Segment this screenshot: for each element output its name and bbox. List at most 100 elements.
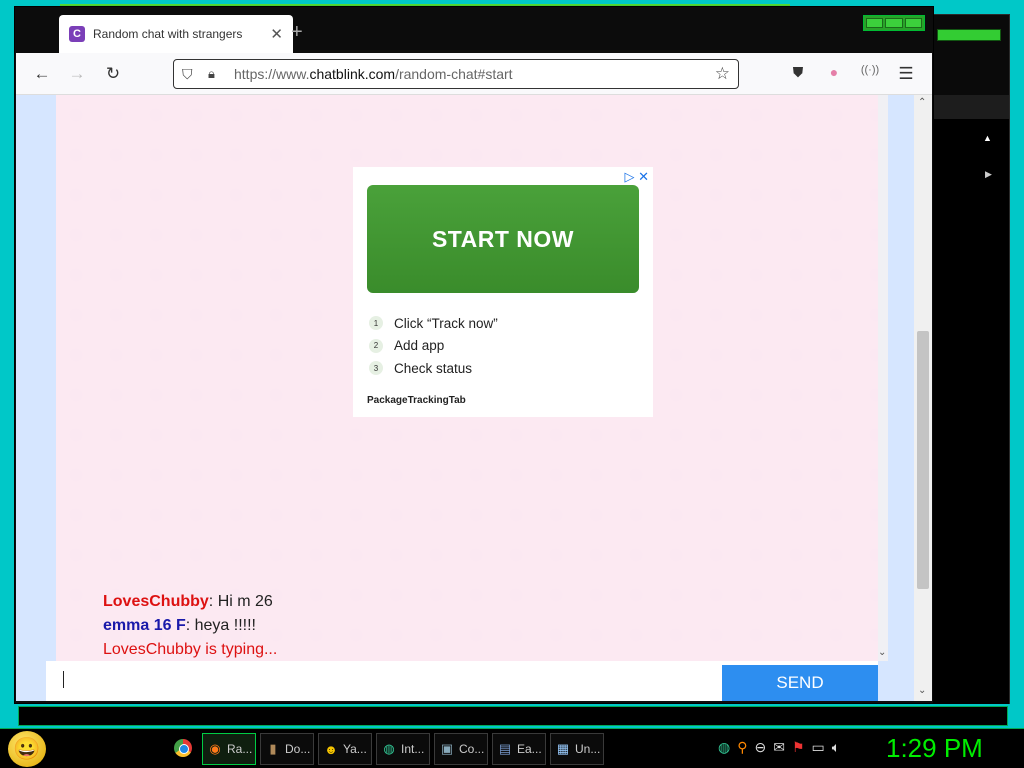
window-controls[interactable] xyxy=(863,15,925,31)
ad-brand: PackageTrackingTab xyxy=(367,395,466,406)
chat-message: emma 16 F: heya !!!!! xyxy=(103,614,277,638)
minimize-button[interactable] xyxy=(866,18,884,28)
computer-icon: ▣ xyxy=(440,741,454,756)
pocket-icon[interactable]: ⛊ xyxy=(788,64,808,81)
message-text: : Hi m 26 xyxy=(208,593,273,610)
close-window-button[interactable] xyxy=(904,18,922,28)
smiley-icon: 😀 xyxy=(13,736,41,761)
page-content: ▷ ✕ START NOW 1 Click “Track now” 2 Add ap… xyxy=(16,95,932,701)
task-label: Ea... xyxy=(517,742,542,756)
step-number: 3 xyxy=(369,361,383,376)
adchoices-close-icon[interactable]: ▷ ✕ xyxy=(624,169,649,185)
url-prefix: https://www. xyxy=(234,66,310,82)
message-username: LovesChubby xyxy=(103,593,209,610)
background-window-bottom xyxy=(18,706,1008,726)
system-tray: ◍ ⚲ ⊖ ✉ ⚑ ▭ 🔈︎ xyxy=(718,739,840,756)
message-text: : heya !!!!! xyxy=(185,617,256,634)
network-globe-icon[interactable]: ◍ xyxy=(718,739,730,756)
extension-icon[interactable]: ((·)) xyxy=(860,64,880,76)
advertisement[interactable]: ▷ ✕ START NOW 1 Click “Track now” 2 Add ap… xyxy=(353,167,653,417)
text-caret xyxy=(63,671,64,688)
task-list: ◉ Ra... ▮ Do... ☻ Ya... ◍ Int... ▣ Co... ▤ Ea.… xyxy=(202,733,604,765)
start-button[interactable]: 😀 xyxy=(8,731,46,767)
navigation-toolbar: ← → ↻ ⛉ 🔒︎ https://www.chatblink.com/ran… xyxy=(16,53,932,95)
no-flag-icon[interactable]: ⚑ xyxy=(792,739,805,756)
task-label: Ya... xyxy=(343,742,367,756)
ad-step: 3 Check status xyxy=(369,357,498,380)
step-text: Add app xyxy=(394,338,445,354)
task-button[interactable]: ▮ Do... xyxy=(260,733,314,765)
step-text: Click “Track now” xyxy=(394,315,498,331)
message-list: LovesChubby: Hi m 26 emma 16 F: heya !!!… xyxy=(103,590,277,662)
task-button[interactable]: ◍ Int... xyxy=(376,733,430,765)
chrome-icon[interactable] xyxy=(174,739,192,757)
url-bar[interactable]: ⛉ 🔒︎ https://www.chatblink.com/random-ch… xyxy=(173,59,739,89)
desktop-band xyxy=(0,704,1024,730)
ad-step: 1 Click “Track now” xyxy=(369,312,498,335)
task-button[interactable]: ▤ Ea... xyxy=(492,733,546,765)
clock[interactable]: 1:29 PM xyxy=(886,733,983,764)
task-button[interactable]: ☻ Ya... xyxy=(318,733,372,765)
url-path: /random-chat#start xyxy=(395,66,513,82)
scrollbar-thumb[interactable] xyxy=(917,331,929,589)
notepad-icon: ▦ xyxy=(556,741,570,756)
yahoo-messenger-icon: ☻ xyxy=(324,741,338,757)
shield-icon[interactable]: ⛉ xyxy=(182,66,202,83)
tab-active[interactable]: C Random chat with strangers ✕ xyxy=(59,15,293,53)
task-label: Int... xyxy=(401,742,425,756)
step-text: Check status xyxy=(394,360,473,376)
triangle-right-icon[interactable]: ▶ xyxy=(985,169,992,180)
ad-steps: 1 Click “Track now” 2 Add app 3 Check statu… xyxy=(369,312,498,380)
browser-window: C Random chat with strangers ✕ + ← → ↻ ⛉… xyxy=(14,6,934,704)
background-panel xyxy=(931,119,1009,709)
step-number: 1 xyxy=(369,316,383,331)
mail-icon[interactable]: ✉ xyxy=(773,739,785,756)
close-tab-icon[interactable]: ✕ xyxy=(270,25,283,43)
page-scrollbar[interactable]: ⌃ ⌄ xyxy=(914,95,932,701)
background-window-buttons[interactable] xyxy=(937,29,1001,41)
back-arrow-icon[interactable]: ← xyxy=(32,64,52,84)
typing-indicator: LovesChubby is typing... xyxy=(103,641,278,658)
extension-flag-icon[interactable]: ● xyxy=(824,64,844,80)
url-text[interactable]: https://www.chatblink.com/random-chat#st… xyxy=(234,66,715,82)
background-app-window[interactable]: ▲ ▶ xyxy=(930,14,1010,714)
bookmark-star-icon[interactable]: ☆ xyxy=(715,64,730,84)
new-tab-icon[interactable]: + xyxy=(291,21,303,44)
internet-icon: ◍ xyxy=(383,741,395,756)
url-domain: chatblink.com xyxy=(309,66,396,82)
site-favicon-icon: C xyxy=(69,26,85,42)
task-label: Un... xyxy=(575,742,601,756)
task-label: Do... xyxy=(285,742,311,756)
step-number: 2 xyxy=(369,338,383,353)
task-button[interactable]: ▣ Co... xyxy=(434,733,488,765)
lock-icon[interactable]: 🔒︎ xyxy=(208,66,226,82)
background-toolbar xyxy=(931,95,1009,119)
menu-icon[interactable]: ☰ xyxy=(896,64,916,84)
volume-icon[interactable]: 🔈︎ xyxy=(832,739,840,756)
task-button[interactable]: ▦ Un... xyxy=(550,733,604,765)
search-icon[interactable]: ⚲ xyxy=(737,739,747,756)
scroll-down-icon[interactable]: ⌄ xyxy=(918,685,926,696)
message-username: emma 16 F xyxy=(103,617,186,634)
messenger-icon[interactable]: ⊖ xyxy=(754,739,766,756)
triangle-up-icon[interactable]: ▲ xyxy=(983,133,992,143)
document-icon: ▮ xyxy=(269,741,277,756)
maximize-button[interactable] xyxy=(885,18,903,28)
task-button[interactable]: ◉ Ra... xyxy=(202,733,256,765)
ad-start-button[interactable]: START NOW xyxy=(367,185,639,293)
taskbar: 😀 ◉ Ra... ▮ Do... ☻ Ya... ◍ Int... ▣ Co... ▤ E… xyxy=(0,728,1024,768)
task-label: Ra... xyxy=(227,742,253,756)
chevron-down-icon[interactable]: ⌄ xyxy=(878,647,886,658)
chat-message: LovesChubby: Hi m 26 xyxy=(103,590,277,614)
send-button[interactable]: SEND xyxy=(722,665,878,701)
forward-arrow-icon[interactable]: → xyxy=(67,64,87,84)
chat-log[interactable]: ▷ ✕ START NOW 1 Click “Track now” 2 Add ap… xyxy=(56,95,878,661)
task-label: Co... xyxy=(459,742,485,756)
reload-icon[interactable]: ↻ xyxy=(103,64,123,84)
chat-scrollbar[interactable] xyxy=(878,95,888,661)
ad-step: 2 Add app xyxy=(369,335,498,358)
monitor-icon[interactable]: ▭ xyxy=(812,739,825,756)
tab-title: Random chat with strangers xyxy=(93,27,243,41)
scroll-up-icon[interactable]: ⌃ xyxy=(918,97,926,108)
firefox-icon: ◉ xyxy=(209,741,221,756)
